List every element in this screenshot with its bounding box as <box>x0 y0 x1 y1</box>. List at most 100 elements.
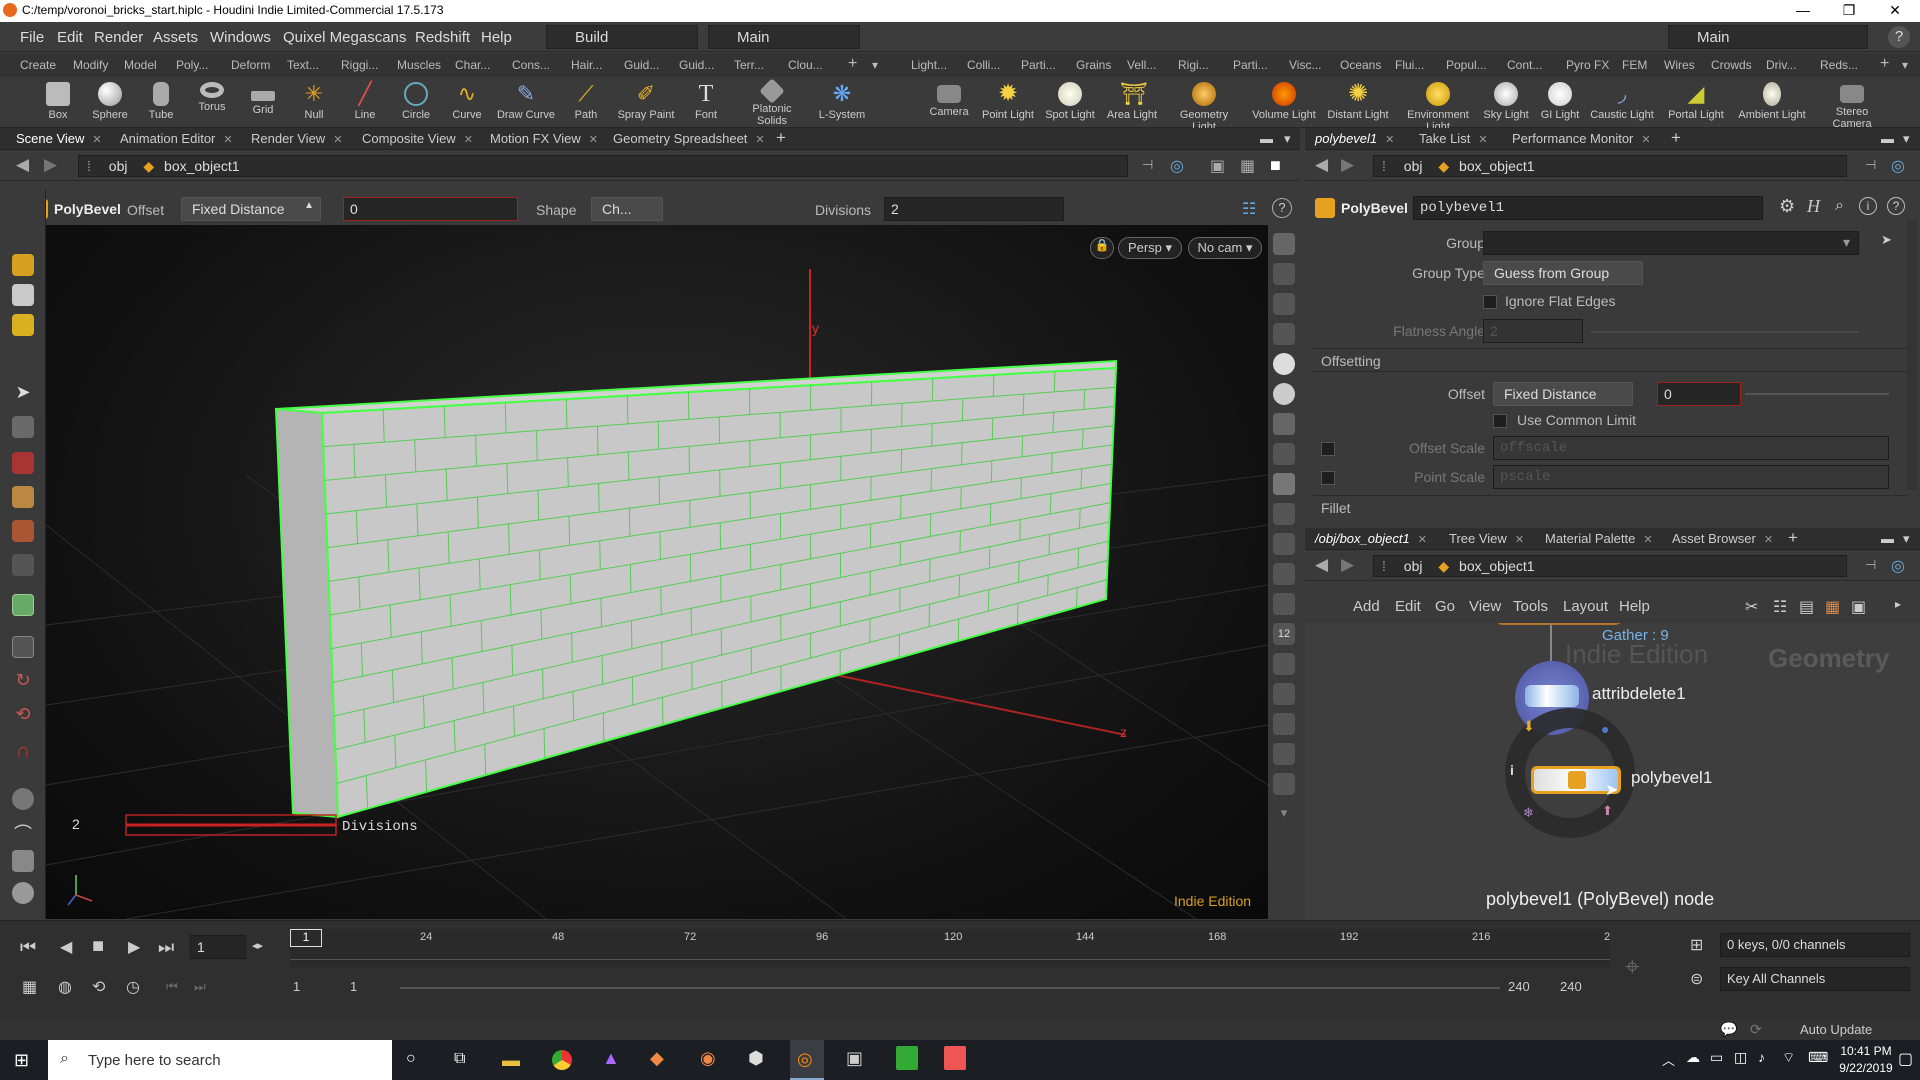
network-view[interactable]: Gather : 9 Indie Edition Geometry attrib… <box>1305 623 1920 919</box>
close-tab-icon[interactable]: ✕ <box>1641 134 1650 146</box>
net-menu-edit[interactable]: Edit <box>1395 598 1421 615</box>
maximize-button[interactable]: ❐ <box>1826 0 1872 22</box>
close-tab-icon[interactable]: ✕ <box>1385 134 1394 146</box>
keyboard-icon[interactable]: ⌨ <box>1808 1049 1828 1066</box>
shelf-tab-drive[interactable]: Driv... <box>1766 58 1796 72</box>
light-icon[interactable] <box>1273 413 1295 435</box>
channel-list-icon[interactable]: ⊞ <box>1690 935 1703 955</box>
param-offset-field[interactable]: 0 <box>1657 382 1741 406</box>
shelf-tab-clouds[interactable]: Clou... <box>788 58 823 72</box>
menu-file[interactable]: File <box>20 29 44 46</box>
prev-key-icon[interactable]: ⏮ <box>166 979 178 995</box>
tool-draw-curve[interactable]: ✎ Draw Curve <box>494 77 558 128</box>
handle-options-icon[interactable]: ☷ <box>1242 199 1256 219</box>
range-start2-value[interactable]: 1 <box>350 979 357 994</box>
help-icon[interactable]: ? <box>1888 26 1910 48</box>
frame-marker[interactable]: 1 <box>290 929 322 947</box>
move-tool-icon[interactable] <box>12 452 34 474</box>
net-menu-layout[interactable]: Layout <box>1563 598 1608 615</box>
network-path-field[interactable]: ⁞ obj ◆ box_object1 <box>1373 555 1847 577</box>
offset-slider[interactable] <box>1745 393 1889 395</box>
go-to-end-icon[interactable]: ⏭ <box>158 937 174 958</box>
select-arrow-icon[interactable]: ➤ <box>12 382 34 404</box>
path-node[interactable]: box_object1 <box>164 158 240 174</box>
close-tab-icon[interactable]: ✕ <box>92 134 101 146</box>
shelf-tab-modify[interactable]: Modify <box>73 58 108 72</box>
tab-scene-view[interactable]: Scene View ✕ <box>16 131 102 146</box>
auto-key-icon[interactable]: ⌖ <box>1625 951 1640 983</box>
tool-font[interactable]: T Font <box>674 77 738 128</box>
shelf-tab-grains[interactable]: Grains <box>1076 58 1111 72</box>
tool-volume-light[interactable]: Volume Light <box>1252 77 1316 128</box>
app-orange-icon[interactable]: ◆ <box>650 1048 664 1069</box>
arc-icon[interactable]: ⌒ <box>12 820 34 844</box>
shelf-tab-populate[interactable]: Popul... <box>1446 58 1487 72</box>
app-triangle-icon[interactable]: ▲ <box>602 1048 620 1069</box>
close-tab-icon[interactable]: ✕ <box>755 134 764 146</box>
persp-menu[interactable]: Persp ▾ <box>1118 237 1182 259</box>
shelf-tab-deform[interactable]: Deform <box>231 58 270 72</box>
houdini-taskbar-icon[interactable]: ◎ <box>790 1040 824 1080</box>
hand-icon[interactable] <box>1273 653 1295 675</box>
ignore-flat-checkbox[interactable] <box>1483 295 1497 309</box>
menu-edit[interactable]: Edit <box>57 29 83 46</box>
tab-tree-view[interactable]: Tree View ✕ <box>1449 531 1524 546</box>
node-info-icon[interactable]: i <box>1510 762 1514 778</box>
fillet-section[interactable]: Fillet <box>1313 495 1908 517</box>
forward-arrow-icon[interactable]: ▶ <box>1341 555 1354 575</box>
key-all-channels-menu[interactable]: Key All Channels <box>1720 967 1910 991</box>
info-icon[interactable]: i <box>1859 197 1877 215</box>
audio-icon[interactable]: ◍ <box>58 977 72 997</box>
timeline-track[interactable]: 1 24 48 72 96 120 144 168 192 216 2 <box>290 929 1610 967</box>
select-geometry-icon[interactable] <box>12 254 34 276</box>
shelf-tab-container[interactable]: Cont... <box>1507 58 1542 72</box>
close-window-button[interactable]: ✕ <box>1872 0 1918 22</box>
tool-environment-light[interactable]: Environment Light <box>1404 77 1472 133</box>
transform-icon[interactable] <box>1273 743 1295 765</box>
tool-stereo-camera[interactable]: Stereo Camera <box>1820 77 1884 130</box>
shelf-tab-particles[interactable]: Parti... <box>1021 58 1056 72</box>
network-path-node[interactable]: box_object1 <box>1459 558 1535 574</box>
pane-maximize-icon[interactable]: ▬ <box>1260 131 1273 146</box>
go-to-start-icon[interactable]: ⏮ <box>20 937 36 958</box>
blender-icon[interactable]: ◉ <box>700 1048 716 1069</box>
net-menu-help[interactable]: Help <box>1619 598 1650 615</box>
back-arrow-icon[interactable]: ◀ <box>1315 555 1328 575</box>
desktop-right-dropdown[interactable]: Main <box>1668 25 1868 49</box>
tool-ambient-light[interactable]: Ambient Light <box>1738 77 1806 128</box>
tab-network-path[interactable]: /obj/box_object1 ✕ <box>1315 531 1427 546</box>
shelf-tab-particle-fluids[interactable]: Parti... <box>1233 58 1268 72</box>
param-path-node[interactable]: box_object1 <box>1459 158 1535 174</box>
next-key-icon[interactable]: ⏭ <box>194 979 206 995</box>
status-comment-icon[interactable]: 💬 <box>1720 1021 1737 1038</box>
offset-scale-field[interactable]: offscale <box>1493 436 1889 460</box>
tool-spot-light[interactable]: Spot Light <box>1038 77 1102 128</box>
layers-icon[interactable] <box>12 850 34 872</box>
bypass-flag-icon[interactable]: ⬇ <box>1523 718 1535 735</box>
more-icon[interactable]: ▸ <box>1895 597 1901 611</box>
add-network-tab-icon[interactable]: + <box>1788 528 1798 548</box>
lock-flag-icon[interactable]: ❄ <box>1523 805 1534 821</box>
play-backward-icon[interactable]: ◀ <box>60 937 72 957</box>
template-flag-icon[interactable]: ● <box>1601 721 1609 737</box>
camera-menu[interactable]: No cam ▾ <box>1188 237 1262 259</box>
shelf-tab-oceans[interactable]: Oceans <box>1340 58 1381 72</box>
offset-scale-checkbox[interactable] <box>1321 442 1335 456</box>
attribdelete-node[interactable] <box>1525 685 1579 707</box>
tool-camera[interactable]: Camera <box>917 77 981 128</box>
menu-assets[interactable]: Assets <box>153 29 198 46</box>
forward-arrow-icon[interactable]: ▶ <box>44 155 57 175</box>
windows-start-icon[interactable]: ⊞ <box>14 1050 29 1071</box>
close-tab-icon[interactable]: ✕ <box>1478 134 1487 146</box>
pane-maximize-icon[interactable]: ▬ <box>1881 531 1894 546</box>
offsetting-section[interactable]: Offsetting <box>1313 348 1908 372</box>
pane-maximize-icon[interactable]: ▬ <box>1881 131 1894 146</box>
range-end2-value[interactable]: 240 <box>1560 979 1582 994</box>
cortana-icon[interactable]: ○ <box>406 1050 416 1068</box>
range-slider[interactable] <box>400 987 1500 989</box>
paint-tool-icon[interactable]: ↻ <box>12 670 34 692</box>
stamp-icon[interactable] <box>1273 683 1295 705</box>
point-scale-field[interactable]: pscale <box>1493 465 1889 489</box>
search-icon[interactable]: ⌕ <box>1835 197 1844 215</box>
3d-viewport[interactable]: 2 Divisions y z 🔒 Persp ▾ No cam ▾ Indie… <box>46 225 1268 919</box>
